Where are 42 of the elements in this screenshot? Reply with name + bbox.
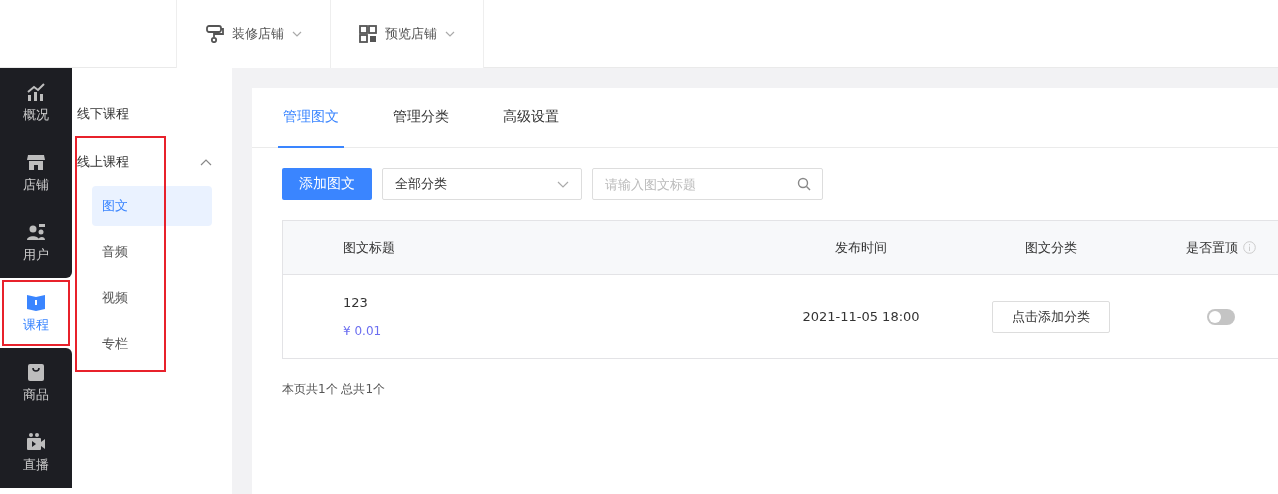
caret-icon <box>557 180 569 188</box>
table-cell: 123 <box>343 295 368 310</box>
tab[interactable]: 高级设置 <box>498 88 564 148</box>
header-menu[interactable]: 预览店铺 <box>330 0 484 68</box>
search-field[interactable]: 请输入图文标题 <box>592 168 823 200</box>
column-header: 是否置顶 <box>1186 238 1238 257</box>
submenu-group[interactable]: 线下课程 <box>77 90 212 138</box>
column-header: 发布时间 <box>835 238 887 257</box>
chevron-up-icon <box>200 158 212 166</box>
users-icon <box>26 222 46 242</box>
submenu-group[interactable]: 线上课程 <box>77 138 212 186</box>
column-header: 图文标题 <box>343 238 395 257</box>
toggle-switch[interactable] <box>1207 308 1235 325</box>
nav-item[interactable]: 店铺 <box>0 138 72 208</box>
caret-icon <box>445 31 455 37</box>
nav-item[interactable]: 商品 <box>0 348 72 418</box>
submenu-item[interactable]: 视频 <box>92 278 212 318</box>
qr-code-icon <box>359 25 377 43</box>
tab[interactable]: 管理分类 <box>388 88 454 148</box>
caret-icon <box>291 31 302 37</box>
book-icon <box>26 292 46 312</box>
chart-icon <box>26 82 46 102</box>
category-select[interactable]: 全部分类 <box>382 168 582 200</box>
pagination-summary: 本页共1个 总共1个 <box>282 381 387 398</box>
header-menu[interactable]: 装修店铺 <box>176 0 330 68</box>
bag-icon <box>26 362 46 382</box>
add-button[interactable]: 添加图文 <box>282 168 372 200</box>
search-icon <box>797 177 811 191</box>
nav-item[interactable]: 用户 <box>0 208 72 278</box>
submenu-item[interactable]: 音频 <box>92 232 212 272</box>
video-camera-icon <box>26 432 46 452</box>
column-header: 图文分类 <box>1025 238 1077 257</box>
add-category-button[interactable]: 点击添加分类 <box>992 300 1110 333</box>
table-cell: 2021-11-05 18:00 <box>802 309 920 324</box>
submenu-item[interactable]: 专栏 <box>92 324 212 364</box>
tab[interactable]: 管理图文 <box>278 88 344 148</box>
price-text: ¥ 0.01 <box>343 324 382 338</box>
nav-item[interactable]: 直播 <box>0 418 72 488</box>
storefront-icon <box>26 152 46 172</box>
roller-icon <box>205 25 224 43</box>
nav-item[interactable]: 概况 <box>0 68 72 138</box>
nav-item[interactable]: 课程 <box>0 278 72 348</box>
